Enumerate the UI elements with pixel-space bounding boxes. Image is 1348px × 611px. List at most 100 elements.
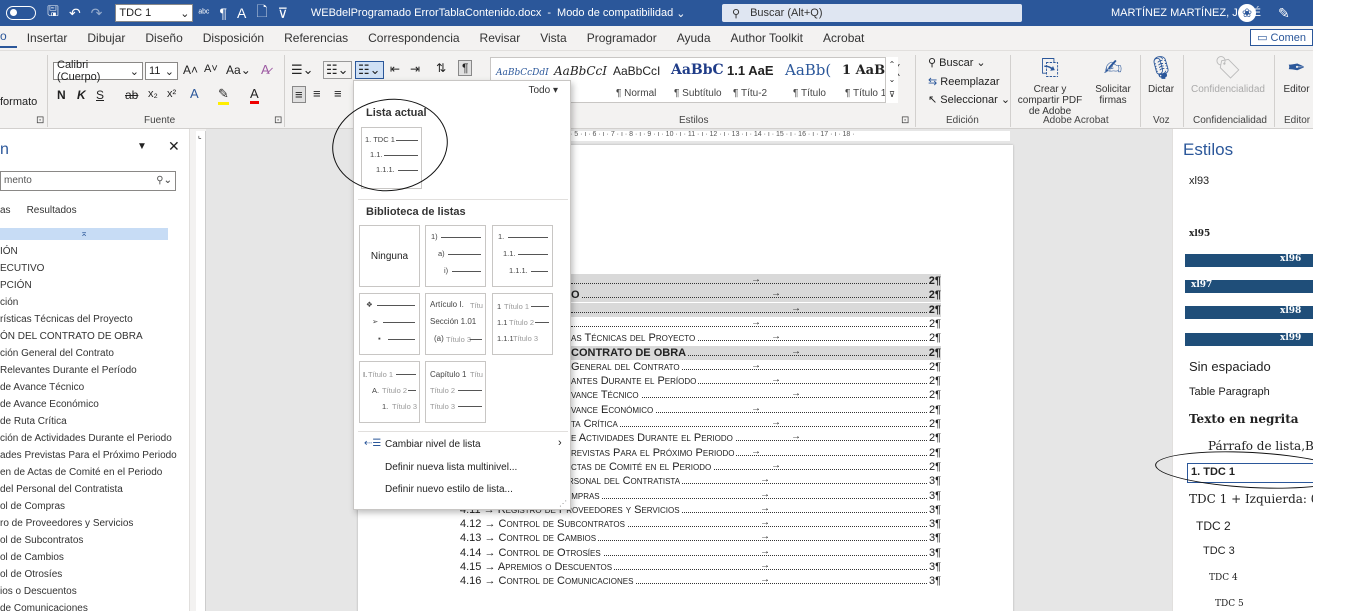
style-item-tdc3[interactable]: TDC 3	[1203, 545, 1235, 557]
nav-heading-item[interactable]: ol de Otrosíes	[0, 566, 177, 583]
style-item-tdc1[interactable]: 1. TDC 1	[1187, 463, 1313, 483]
text-effects-icon[interactable]: A	[190, 86, 199, 101]
toc-line[interactable]: General del Contrato → 2¶	[571, 359, 941, 374]
group-expander-icon[interactable]: ⊡	[36, 115, 44, 126]
toc-line[interactable]: antes Durante el Período → 2¶	[571, 374, 941, 389]
change-case-button[interactable]: Aa⌄	[226, 63, 251, 77]
font-size-select[interactable]: 11 ⌄	[145, 62, 178, 80]
show-formatting-icon[interactable]: ¶	[458, 60, 473, 76]
list-option-decimal[interactable]: 1. 1.1. 1.1.1.	[492, 225, 553, 287]
chevron-down-icon[interactable]: ▼	[137, 141, 147, 152]
nav-heading-item[interactable]: en de Actas de Comité en el Periodo	[0, 464, 177, 481]
nav-heading-item[interactable]: ios o Descuentos	[0, 583, 177, 600]
tab-vista[interactable]: Vista	[530, 31, 576, 45]
toc-line[interactable]: CONTRATO DE OBRA → 2¶	[571, 345, 941, 360]
toc-line[interactable]: ta Crítica → 2¶	[571, 417, 941, 431]
font-name-select[interactable]: Calibri (Cuerpo) ⌄	[53, 59, 143, 83]
filter-dropdown[interactable]: Todo ▾	[529, 85, 559, 96]
toc-line[interactable]: 4.12 → Control de Subcontratos → 3¶	[460, 517, 941, 532]
style-item-xl96[interactable]: xl96	[1185, 254, 1313, 267]
align-right-icon[interactable]: ≡	[334, 86, 342, 101]
nav-heading-item[interactable]: de Avance Técnico	[0, 379, 177, 396]
style-item-texto-negrita[interactable]: Texto en negrita	[1189, 412, 1299, 426]
toc-line[interactable]: 4.15 → Apremios o Descuentos → 3¶	[460, 560, 941, 574]
align-left-icon[interactable]: ≡	[292, 86, 306, 103]
toc-line[interactable]: vance Económico → 2¶	[571, 402, 941, 417]
style-item-sin-espaciado[interactable]: Sin espaciado	[1189, 359, 1271, 374]
tab-selector-icon[interactable]: ⌞	[198, 131, 202, 140]
increase-indent-icon[interactable]: ⇥	[410, 62, 420, 76]
replace-button[interactable]: ⇆ Reemplazar	[928, 75, 1000, 88]
comments-button[interactable]: ▭ Comen	[1250, 29, 1313, 46]
pilcrow-icon[interactable]: ¶	[219, 5, 227, 21]
spelling-icon[interactable]: ᵃᵇᶜ	[198, 8, 209, 19]
nav-heading-item[interactable]: ades Previstas Para el Próximo Periodo	[0, 447, 177, 464]
font-color-icon[interactable]: A	[250, 86, 259, 104]
style-item-xl98[interactable]: xl98	[1185, 306, 1313, 319]
nav-heading-item[interactable]: ÓN DEL CONTRATO DE OBRA	[0, 328, 177, 345]
list-option-chapter[interactable]: Capítulo 1 Títu Título 2 Título 3	[425, 361, 486, 423]
style-item-xl97[interactable]: xl97	[1185, 280, 1313, 293]
find-button[interactable]: ⚲ Buscar ⌄	[928, 56, 986, 69]
toc-line[interactable]: 4.16 → Control de Comunicaciones → 3¶	[460, 574, 941, 589]
save-icon[interactable]: 🖫	[47, 1, 59, 25]
change-list-level-item[interactable]: Cambiar nivel de lista	[385, 439, 481, 450]
style-item-tdc4[interactable]: TDC 4	[1209, 573, 1238, 583]
current-list-thumb[interactable]: 1. TDC 1 1.1. 1.1.1.	[361, 127, 422, 189]
nav-heading-item[interactable]: del Personal del Contratista	[0, 481, 177, 498]
list-option-bullets[interactable]: ❖ ➢ ▪	[359, 293, 420, 355]
style-item-parrafo-lista[interactable]: Párrafo de lista,Bolit	[1208, 439, 1313, 453]
clear-format-icon[interactable]: A̷	[261, 62, 270, 77]
style-quick-select[interactable]: TDC 1 ⌄	[115, 4, 194, 22]
nav-heading-item[interactable]: Relevantes Durante el Período	[0, 362, 177, 379]
gallery-scroll[interactable]: ⌃ ⌄ ⊽	[885, 57, 898, 103]
editor-button[interactable]: ✒ Editor	[1280, 55, 1313, 95]
underline-button[interactable]: S	[96, 88, 104, 102]
toc-line[interactable]: vance Técnico → 2¶	[571, 388, 941, 403]
format-painter-label[interactable]: formato	[0, 96, 37, 108]
group-expander-icon[interactable]: ⊡	[274, 115, 282, 126]
tab-diseno[interactable]: Diseño	[135, 31, 192, 45]
style-item-xl93[interactable]: xl93	[1189, 175, 1209, 187]
list-option-articles[interactable]: Artículo I. Títu Sección 1.01 (a) Título 3	[425, 293, 486, 355]
adobe-create-button[interactable]: ⎘ Crear y compartir PDF de Adobe	[1016, 55, 1084, 117]
nav-heading-item[interactable]: ol de Compras	[0, 498, 177, 515]
close-icon[interactable]: ✕	[168, 138, 180, 155]
nav-heading-item[interactable]: ol de Subcontratos	[0, 532, 177, 549]
toc-line[interactable]: ctas de Comité en el Periodo → 2¶	[571, 459, 941, 474]
toc-line[interactable]: → 2¶	[571, 302, 941, 317]
toc-line[interactable]: as Técnicas del Proyecto → 2¶	[571, 331, 941, 346]
sort-icon[interactable]: ⇅	[436, 61, 446, 75]
nav-collapse-bar[interactable]: ⌅	[0, 228, 168, 240]
tab-author-toolkit[interactable]: Author Toolkit	[721, 31, 814, 45]
nav-heading-item[interactable]: ol de Cambios	[0, 549, 177, 566]
bullets-icon[interactable]: ☰⌄	[291, 62, 314, 78]
strikethrough-button[interactable]: ab	[125, 88, 138, 102]
toc-line[interactable]: 4.14 → Control de Otrosíes → 3¶	[460, 545, 941, 560]
nav-heading-item[interactable]: rísticas Técnicas del Proyecto	[0, 311, 177, 328]
font-size-icon[interactable]: A	[237, 5, 246, 21]
style-item-table-paragraph[interactable]: Table Paragraph	[1189, 386, 1270, 398]
tab-dibujar[interactable]: Dibujar	[77, 31, 135, 45]
new-doc-icon[interactable]: 🗋	[256, 1, 267, 25]
tab-programador[interactable]: Programador	[577, 31, 667, 45]
decrease-indent-icon[interactable]: ⇤	[390, 62, 400, 76]
dictate-button[interactable]: 🎙 Dictar	[1146, 55, 1176, 95]
nav-heading-item[interactable]: ción	[0, 294, 177, 311]
toc-line[interactable]: O → 2¶	[571, 288, 941, 303]
align-center-icon[interactable]: ≡	[313, 86, 321, 101]
tab-insertar[interactable]: Insertar	[17, 31, 78, 45]
nav-heading-item[interactable]: ción de Actividades Durante el Periodo	[0, 430, 177, 447]
nav-heading-item[interactable]: de Comunicaciones	[0, 600, 177, 611]
bold-button[interactable]: N	[57, 88, 66, 102]
sensitivity-button[interactable]: 🏷 Confidencialidad	[1189, 55, 1267, 95]
pen-icon[interactable]: ✎	[1278, 5, 1290, 22]
tab-referencias[interactable]: Referencias	[274, 31, 358, 45]
toc-line[interactable]: 4.13 → Control de Cambios → 3¶	[460, 531, 941, 546]
avatar[interactable]: ❀	[1238, 4, 1256, 22]
tab-inicio[interactable]: o	[0, 29, 17, 48]
list-none-option[interactable]: Ninguna	[359, 225, 420, 287]
toc-line[interactable]: → 2¶	[571, 316, 941, 331]
nav-search-input[interactable]: mento ⚲⌄	[0, 171, 176, 191]
superscript-button[interactable]: x²	[167, 88, 176, 100]
